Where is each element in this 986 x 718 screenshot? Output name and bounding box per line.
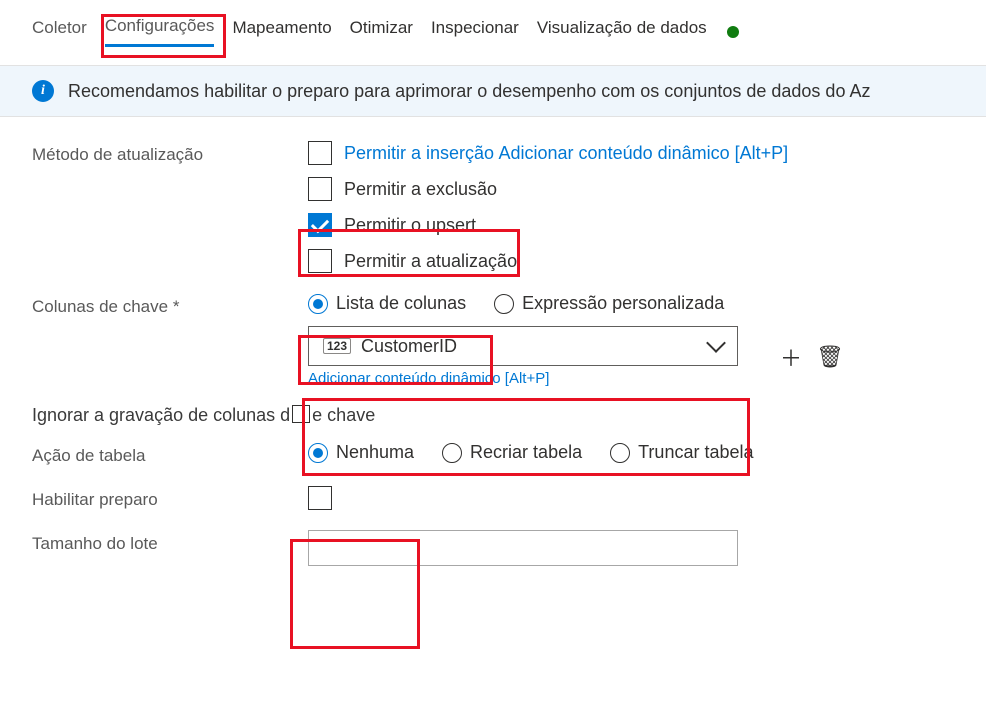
tab-coletor[interactable]: Coletor [32, 18, 87, 46]
radio-list-columns[interactable]: Lista de colunas [308, 293, 466, 314]
checkbox-label: Permitir a atualização [344, 251, 517, 272]
label-update-method: Método de atualização [32, 141, 308, 165]
checkbox-skip-key-write[interactable] [292, 405, 310, 423]
tab-otimizar[interactable]: Otimizar [350, 18, 413, 46]
radio-icon [610, 443, 630, 463]
delete-icon[interactable]: 🗑 [816, 344, 842, 370]
label-skip-key-write: Ignorar a gravação de colunas de chave [32, 405, 375, 426]
checkbox-icon [308, 141, 332, 165]
label-key-columns: Colunas de chave * [32, 293, 308, 317]
status-indicator-icon [727, 26, 739, 38]
checkbox-icon [308, 213, 332, 237]
row-key-columns: Colunas de chave * Lista de colunas Expr… [32, 283, 954, 397]
label-table-action: Ação de tabela [32, 442, 308, 466]
tab-configuracoes[interactable]: Configurações [105, 16, 215, 47]
checkbox-allow-delete[interactable]: Permitir a exclusão [308, 177, 954, 201]
radio-icon [442, 443, 462, 463]
row-table-action: Ação de tabela Nenhuma Recriar tabela Tr… [32, 432, 954, 476]
checkbox-label: Permitir o upsert [344, 215, 476, 236]
label-batch-size: Tamanho do lote [32, 530, 308, 554]
radio-label: Truncar tabela [638, 442, 753, 463]
tab-inspecionar[interactable]: Inspecionar [431, 18, 519, 46]
add-icon[interactable]: ＋ [778, 341, 804, 373]
info-banner: i Recomendamos habilitar o preparo para … [0, 65, 986, 117]
checkbox-icon [308, 249, 332, 273]
info-icon: i [32, 80, 54, 102]
tabs-row: Coletor Configurações Mapeamento Otimiza… [0, 0, 986, 47]
checkbox-label: Permitir a exclusão [344, 179, 497, 200]
row-enable-staging: Habilitar preparo [32, 476, 954, 520]
type-badge: 123 [323, 338, 351, 354]
select-value: CustomerID [361, 336, 457, 357]
checkbox-enable-staging[interactable] [308, 486, 954, 510]
tab-visualizacao[interactable]: Visualização de dados [537, 18, 707, 46]
checkbox-allow-upsert[interactable]: Permitir o upsert [308, 213, 954, 237]
dynamic-content-link[interactable]: Adicionar conteúdo dinâmico [Alt+P] [499, 143, 789, 163]
radio-icon [494, 294, 514, 314]
info-banner-text: Recomendamos habilitar o preparo para ap… [68, 81, 870, 102]
key-column-select[interactable]: 123 CustomerID [308, 326, 738, 366]
radio-table-none[interactable]: Nenhuma [308, 442, 414, 463]
label-enable-staging: Habilitar preparo [32, 486, 308, 510]
radio-icon [308, 294, 328, 314]
radio-label: Nenhuma [336, 442, 414, 463]
row-skip-key-write: Ignorar a gravação de colunas de chave [32, 397, 954, 432]
tab-mapeamento[interactable]: Mapeamento [232, 18, 331, 46]
checkbox-icon [308, 486, 332, 510]
form-area: Método de atualização Permitir a inserçã… [0, 117, 986, 594]
row-update-method: Método de atualização Permitir a inserçã… [32, 131, 954, 283]
checkbox-icon [308, 177, 332, 201]
checkbox-allow-insert[interactable]: Permitir a inserção Adicionar conteúdo d… [308, 141, 954, 165]
radio-label: Recriar tabela [470, 442, 582, 463]
radio-table-recreate[interactable]: Recriar tabela [442, 442, 582, 463]
checkbox-label: Permitir a inserção [344, 143, 494, 163]
radio-custom-expression[interactable]: Expressão personalizada [494, 293, 724, 314]
batch-size-input[interactable] [308, 530, 738, 566]
radio-label: Expressão personalizada [522, 293, 724, 314]
radio-table-truncate[interactable]: Truncar tabela [610, 442, 753, 463]
checkbox-allow-update[interactable]: Permitir a atualização [308, 249, 954, 273]
row-batch-size: Tamanho do lote [32, 520, 954, 576]
chevron-down-icon [706, 333, 726, 353]
radio-label: Lista de colunas [336, 293, 466, 314]
radio-icon [308, 443, 328, 463]
add-dynamic-content-link[interactable]: Adicionar conteúdo dinâmico [Alt+P] [308, 370, 738, 387]
